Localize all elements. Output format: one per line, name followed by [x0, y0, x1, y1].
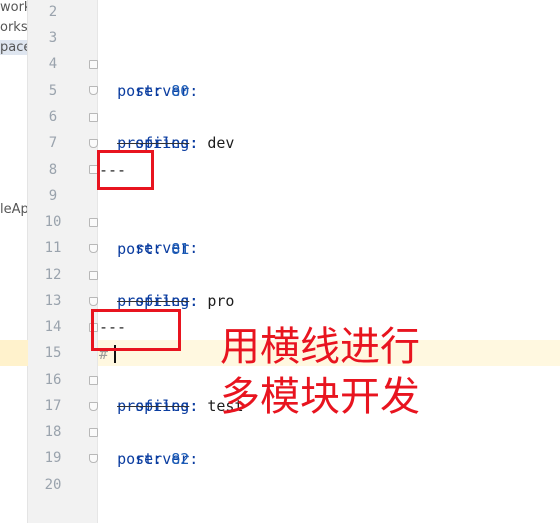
- yaml-colon: :: [189, 397, 199, 415]
- code-editor[interactable]: server: port: 80 spring: profiles: dev -…: [99, 0, 560, 523]
- line-number: 6: [48, 109, 58, 125]
- yaml-value: dev: [198, 134, 235, 152]
- line-number: 20: [44, 477, 62, 493]
- highlight-box-separator-2: [91, 309, 181, 351]
- fold-marker-icon[interactable]: [89, 60, 98, 69]
- fold-end-icon[interactable]: [89, 86, 98, 95]
- fold-marker-icon[interactable]: [89, 271, 98, 280]
- line-number: 13: [44, 293, 62, 309]
- yaml-number: 82: [171, 450, 190, 468]
- code-line-4[interactable]: server:: [99, 52, 198, 100]
- yaml-key: port:: [117, 450, 163, 468]
- line-number: 8: [48, 162, 58, 178]
- line-number: 15: [44, 345, 62, 361]
- fold-marker-icon[interactable]: [89, 428, 98, 437]
- fold-end-icon[interactable]: [89, 402, 98, 411]
- line-number: 16: [44, 372, 62, 388]
- line-number: 5: [48, 83, 58, 99]
- line-number: 7: [48, 135, 58, 151]
- yaml-number: 80: [171, 82, 190, 100]
- line-number: 2: [48, 4, 58, 20]
- fold-end-icon[interactable]: [89, 454, 98, 463]
- yaml-key-deprecated: profiles: [117, 397, 190, 415]
- code-line-6[interactable]: spring:: [99, 104, 198, 152]
- line-number: 19: [44, 450, 62, 466]
- line-number: 12: [44, 267, 62, 283]
- project-tree-item-selected[interactable]: pace: [0, 40, 27, 55]
- code-line-16[interactable]: spring:: [99, 367, 198, 415]
- yaml-key: port:: [117, 240, 163, 258]
- code-line-11[interactable]: port: 81: [99, 236, 189, 262]
- line-number-gutter[interactable]: 2 3 4 5 6 7 8 9 10 11 12 13 14 15 16 17 …: [28, 0, 98, 523]
- line-number: 4: [48, 56, 58, 72]
- yaml-value: pro: [198, 292, 235, 310]
- line-number: 3: [48, 30, 58, 46]
- line-number: 18: [44, 424, 62, 440]
- annotation-text-line-2: 多模块开发: [220, 374, 420, 420]
- yaml-number: 81: [171, 240, 190, 258]
- code-line-19[interactable]: port: 82: [99, 446, 189, 472]
- annotation-text-line-1: 用横线进行: [220, 324, 420, 370]
- project-tree-item[interactable]: work: [0, 0, 27, 15]
- project-tree-item[interactable]: orksp: [0, 20, 27, 35]
- line-number: 9: [48, 188, 58, 204]
- code-line-12[interactable]: spring:: [99, 262, 198, 310]
- yaml-colon: :: [189, 292, 199, 310]
- yaml-colon: :: [189, 134, 199, 152]
- fold-end-icon[interactable]: [89, 139, 98, 148]
- fold-marker-icon[interactable]: [89, 218, 98, 227]
- project-tree-panel[interactable]: work orksp pace leAp: [0, 0, 28, 523]
- code-line-18[interactable]: server:: [99, 420, 198, 468]
- fold-marker-icon[interactable]: [89, 113, 98, 122]
- code-line-10[interactable]: server:: [99, 209, 198, 257]
- highlight-box-separator-1: [97, 150, 154, 190]
- project-tree-item[interactable]: leAp: [0, 202, 27, 217]
- line-number: 10: [44, 214, 62, 230]
- code-line-5[interactable]: port: 80: [99, 78, 189, 104]
- current-line-highlight-panel: [0, 340, 28, 366]
- line-number: 11: [44, 240, 62, 256]
- yaml-key: port:: [117, 82, 163, 100]
- fold-marker-icon[interactable]: [89, 376, 98, 385]
- yaml-key-deprecated: profiles: [117, 292, 190, 310]
- line-number: 14: [44, 319, 62, 335]
- fold-end-icon[interactable]: [89, 244, 98, 253]
- line-number: 17: [44, 398, 62, 414]
- fold-end-icon[interactable]: [89, 297, 98, 306]
